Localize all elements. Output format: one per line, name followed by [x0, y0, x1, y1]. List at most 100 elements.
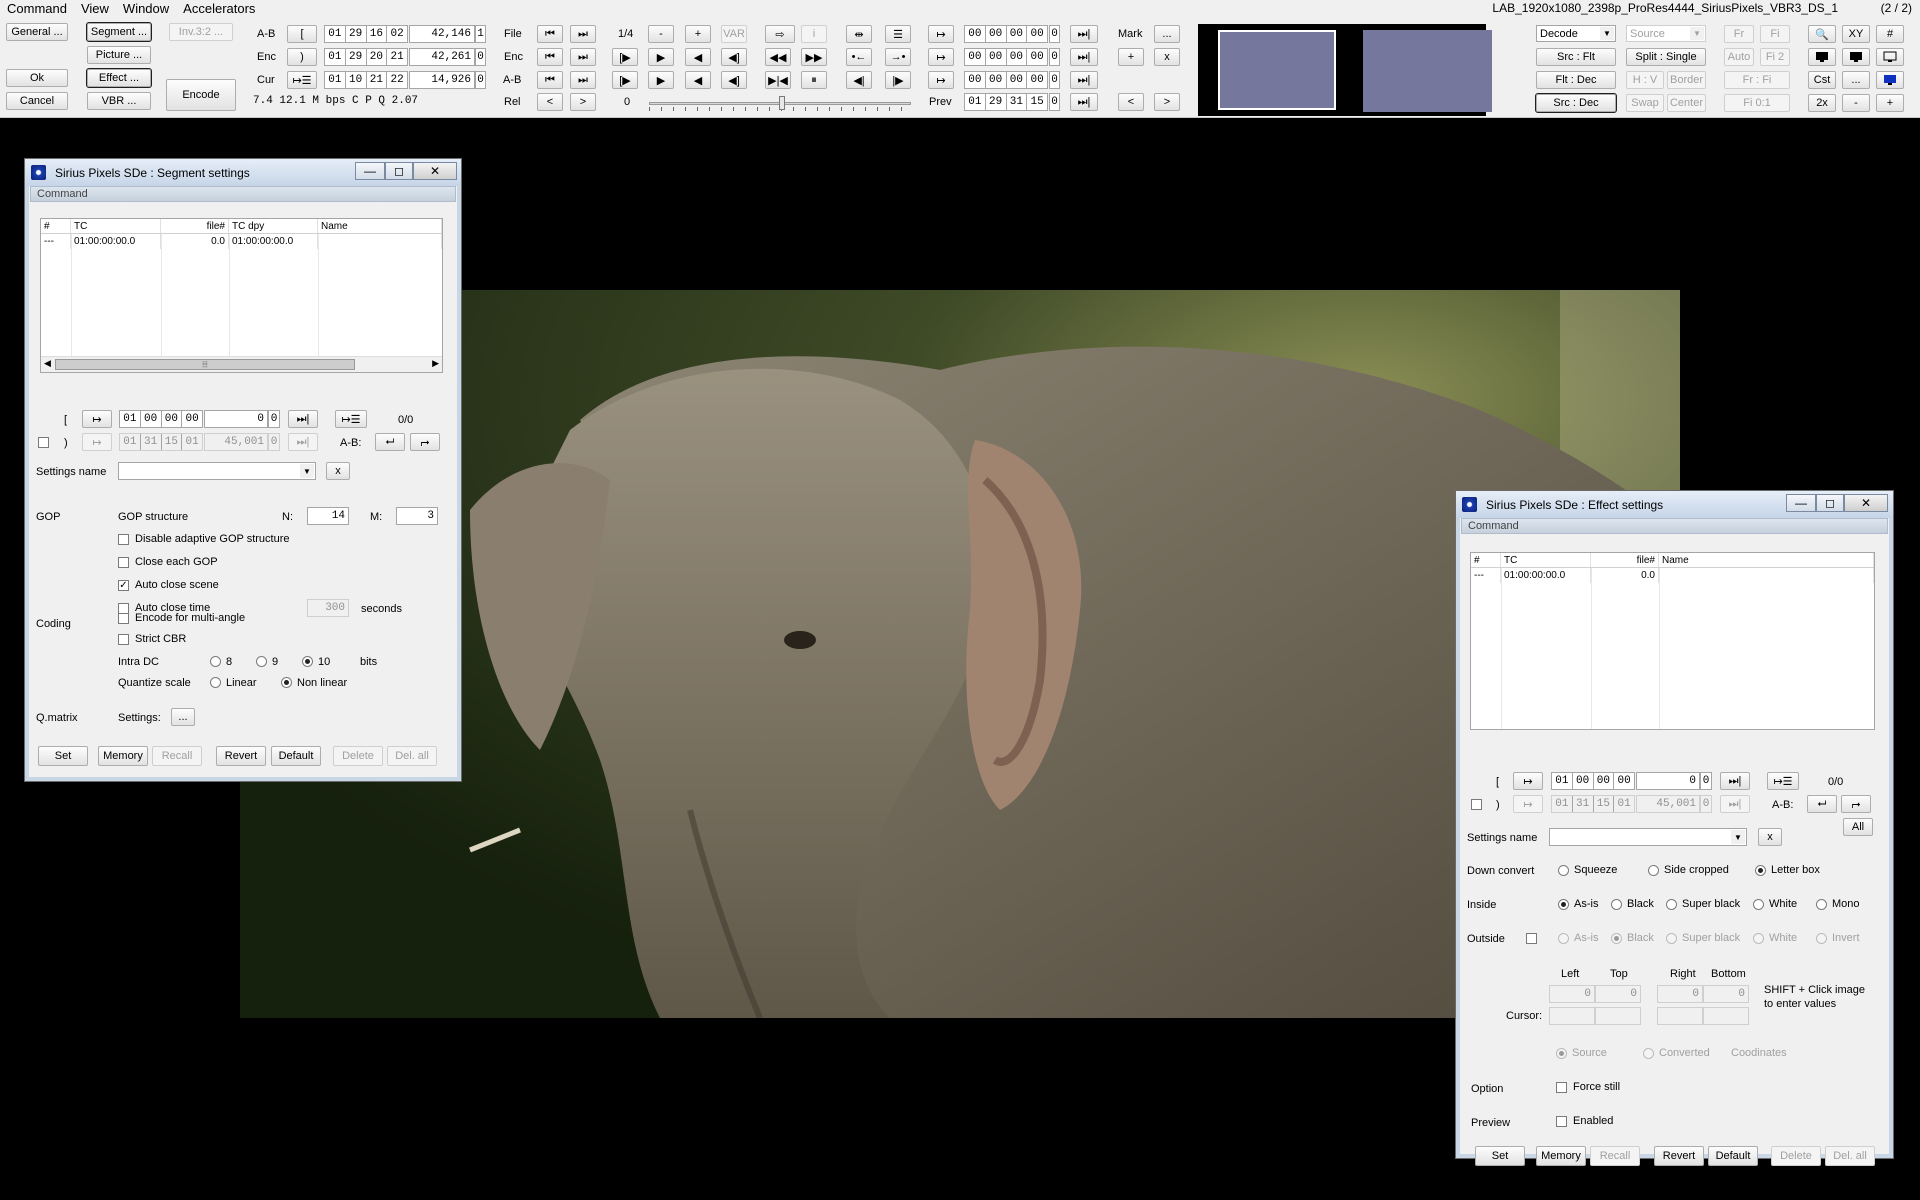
fi01-button[interactable]: Fi 0:1 [1724, 94, 1790, 112]
in-list-button[interactable]: ↦☰ [1767, 772, 1799, 790]
maximize-icon[interactable]: ◻ [385, 162, 413, 180]
play-back-button[interactable]: ◀ [685, 48, 711, 66]
mark-out-button[interactable]: ◀] [721, 48, 747, 66]
grid-button[interactable]: # [1876, 25, 1904, 43]
outside-checkbox[interactable] [1526, 933, 1537, 944]
decode-dropdown[interactable]: Decode ▼ [1536, 25, 1616, 42]
right-margin-input[interactable]: 0 [1657, 985, 1703, 1003]
source-dropdown[interactable]: Source ▼ [1626, 25, 1706, 42]
prev-jump[interactable]: ⏭| [1070, 93, 1098, 111]
arrow-left-button[interactable]: •← [846, 48, 872, 66]
strict-cbr-checkbox[interactable] [118, 634, 129, 645]
mark-prev-button[interactable]: < [1118, 93, 1144, 111]
bottom-margin-input[interactable]: 0 [1703, 985, 1749, 1003]
effect-list[interactable]: # TC file# Name --- 01:00:00:00.0 0.0 [1470, 552, 1875, 730]
ab-timecode[interactable]: 01 29 16 02 [324, 25, 408, 43]
file-last-button[interactable]: ⏭ [570, 25, 596, 43]
more-button[interactable]: ... [1842, 71, 1870, 89]
rel-lt-button[interactable]: < [537, 93, 563, 111]
all-button[interactable]: All [1843, 818, 1873, 836]
in-ext[interactable]: 0 [268, 410, 280, 428]
var-button[interactable]: VAR [721, 25, 747, 43]
position-slider[interactable] [649, 96, 911, 111]
mark-more-button[interactable]: ... [1154, 25, 1180, 43]
col-num[interactable]: # [41, 219, 71, 233]
letter-box-radio[interactable] [1755, 865, 1766, 876]
outside-as-is-radio[interactable] [1558, 933, 1569, 944]
set-button[interactable]: Set [38, 746, 88, 766]
fr-fi-button[interactable]: Fr : Fi [1724, 71, 1790, 89]
settings-name-dropdown[interactable]: ▼ [118, 462, 316, 480]
mark-jump-3[interactable]: ⏭| [1070, 71, 1098, 89]
enc-last-button[interactable]: ⏭ [570, 48, 596, 66]
set-button[interactable]: Set [1475, 1146, 1525, 1166]
ab-play-button[interactable]: ▶ [648, 71, 674, 89]
ok-button[interactable]: Ok [6, 69, 68, 87]
enc-ext[interactable]: 0 [475, 48, 486, 66]
fast-forward-button[interactable]: ▶▶ [801, 48, 827, 66]
rel-gt-button[interactable]: > [570, 93, 596, 111]
picture-button[interactable]: Picture ... [87, 46, 151, 64]
ab-mark-out-button[interactable]: ◀] [721, 71, 747, 89]
enc-first-button[interactable]: ⏮ [537, 48, 563, 66]
mark-next-button[interactable]: > [1154, 93, 1180, 111]
default-button[interactable]: Default [1708, 1146, 1758, 1166]
intra-dc-10-radio[interactable] [302, 656, 313, 667]
multi-angle-checkbox[interactable] [118, 613, 129, 624]
swap-button[interactable]: Swap [1626, 94, 1664, 112]
ab-frames[interactable]: 42,146 [409, 25, 475, 43]
out-jump-button[interactable]: ⏭| [288, 433, 318, 451]
del-all-button[interactable]: Del. all [1825, 1146, 1875, 1166]
play-button[interactable]: ▶ [648, 48, 674, 66]
default-button[interactable]: Default [271, 746, 321, 766]
info-button[interactable]: i [801, 25, 827, 43]
mark-timecode-2[interactable]: 00 00 00 00 [964, 48, 1048, 66]
delete-button[interactable]: Delete [1771, 1146, 1821, 1166]
maximize-icon[interactable]: ◻ [1816, 494, 1844, 512]
inside-white-radio[interactable] [1753, 899, 1764, 910]
minimize-icon[interactable]: — [1786, 494, 1816, 512]
file-first-button[interactable]: ⏮ [537, 25, 563, 43]
col-tc[interactable]: TC [1501, 553, 1591, 567]
segment-command-bar[interactable]: Command [30, 186, 456, 202]
mark-jump-2[interactable]: ⏭| [1070, 48, 1098, 66]
non-linear-radio[interactable] [281, 677, 292, 688]
out-ext[interactable]: 0 [1700, 795, 1712, 813]
menu-view[interactable]: View [74, 0, 116, 17]
cst-button[interactable]: Cst [1808, 71, 1836, 89]
monitor-2-icon[interactable] [1842, 48, 1870, 66]
outside-super-black-radio[interactable] [1666, 933, 1677, 944]
mark-goto-2[interactable]: ↦ [928, 48, 954, 66]
mark-ext-3[interactable]: 0 [1049, 71, 1060, 89]
decoded-thumbnail[interactable] [1363, 30, 1492, 112]
in-goto-button[interactable]: ↦ [1513, 772, 1543, 790]
ab-back-button[interactable]: ◀ [685, 71, 711, 89]
speed-minus-button[interactable]: - [648, 25, 674, 43]
out-jump-button[interactable]: ⏭| [1720, 795, 1750, 813]
mark-remove-button[interactable]: x [1154, 48, 1180, 66]
squeeze-radio[interactable] [1558, 865, 1569, 876]
bar-io-button[interactable]: ▶|◀ [765, 71, 791, 89]
in-list-button[interactable]: ↦☰ [335, 410, 367, 428]
source-thumbnail[interactable] [1218, 30, 1336, 110]
revert-button[interactable]: Revert [216, 746, 266, 766]
monitor-1-icon[interactable] [1808, 48, 1836, 66]
in-jump-button[interactable]: ⏭| [288, 410, 318, 428]
out-timecode[interactable]: 01 31 15 01 [1551, 795, 1635, 813]
speed-plus-button[interactable]: + [685, 25, 711, 43]
ab-mark-in-button[interactable]: [▶ [612, 71, 638, 89]
segment-button[interactable]: Segment ... [86, 22, 152, 42]
ab-set-out-button[interactable]: ⮣ [410, 433, 440, 451]
cancel-button[interactable]: Cancel [6, 92, 68, 110]
out-ext[interactable]: 0 [268, 433, 280, 451]
prev-ext[interactable]: 0 [1049, 93, 1060, 111]
preview-enabled-checkbox[interactable] [1556, 1116, 1567, 1127]
mark-in-button[interactable]: [▶ [612, 48, 638, 66]
col-tc[interactable]: TC [71, 219, 161, 233]
col-name[interactable]: Name [1659, 553, 1874, 567]
in-timecode[interactable]: 01 00 00 00 [1551, 772, 1635, 790]
memory-button[interactable]: Memory [1536, 1146, 1586, 1166]
range-button[interactable]: ⇹ [846, 25, 872, 43]
intra-dc-8-radio[interactable] [210, 656, 221, 667]
cur-frames[interactable]: 14,926 [409, 71, 475, 89]
